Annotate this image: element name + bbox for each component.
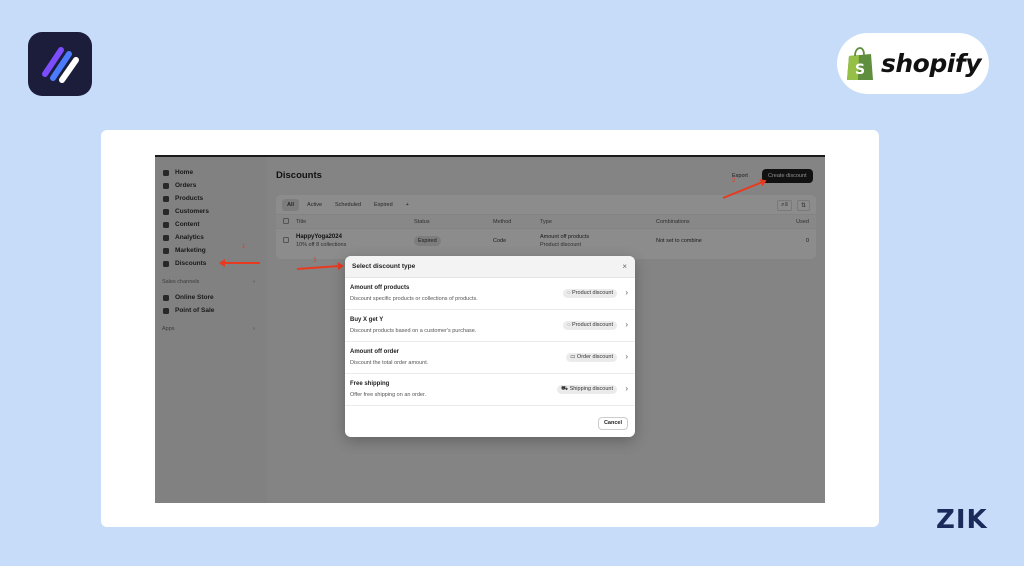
shopify-badge: S shopify	[837, 33, 989, 94]
option-amount-off-products[interactable]: Amount off products Discount specific pr…	[345, 278, 635, 310]
shopify-wordmark: shopify	[881, 49, 982, 78]
chevron-right-icon: ›	[625, 352, 628, 361]
modal-title: Select discount type	[352, 263, 416, 270]
app-logo	[28, 32, 92, 96]
shopify-bag-icon: S	[847, 46, 873, 80]
product-discount-badge: ◌ Product discount	[563, 289, 617, 298]
order-discount-badge: ▭ Order discount	[566, 353, 617, 362]
option-free-shipping[interactable]: Free shipping Offer free shipping on an …	[345, 374, 635, 406]
shipping-discount-badge: ⛟ Shipping discount	[557, 385, 617, 394]
annotation-label-3: 3	[313, 258, 317, 264]
cancel-button[interactable]: Cancel	[597, 417, 628, 430]
annotation-label-1: 1	[242, 244, 246, 250]
zik-logo: ZIK	[936, 505, 988, 535]
truck-icon: ⛟	[561, 386, 570, 392]
stripes-logo-icon	[42, 47, 79, 83]
option-buy-x-get-y[interactable]: Buy X get Y Discount products based on a…	[345, 310, 635, 342]
cart-icon: ▭	[570, 354, 577, 360]
svg-text:S: S	[855, 62, 865, 78]
chevron-right-icon: ›	[625, 384, 628, 393]
chevron-right-icon: ›	[625, 320, 628, 329]
select-discount-type-modal: Select discount type × Amount off produc…	[345, 256, 635, 437]
annotation-arrow-1	[222, 262, 260, 264]
modal-footer	[345, 406, 635, 425]
option-amount-off-order[interactable]: Amount off order Discount the total orde…	[345, 342, 635, 374]
chevron-right-icon: ›	[625, 288, 628, 297]
product-discount-badge: ◌ Product discount	[563, 321, 617, 330]
close-icon[interactable]: ×	[622, 262, 627, 271]
annotation-label-2: 2	[732, 178, 736, 184]
modal-header: Select discount type ×	[345, 256, 635, 278]
